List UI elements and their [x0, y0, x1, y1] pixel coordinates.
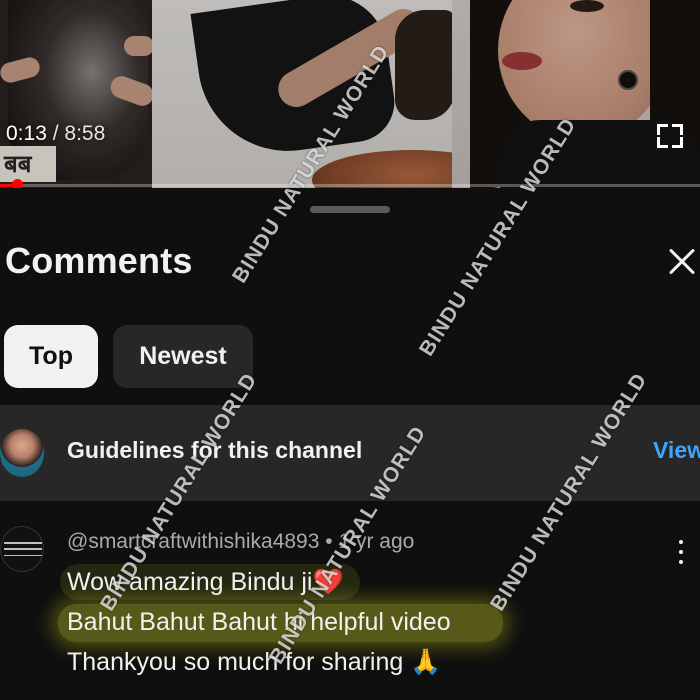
more-options-icon[interactable]	[676, 538, 686, 568]
channel-avatar	[0, 429, 44, 477]
avatar[interactable]	[0, 526, 44, 572]
current-time: 0:13	[6, 122, 47, 145]
avatar-logo-line	[4, 555, 42, 556]
scrubber-handle[interactable]	[11, 179, 23, 188]
comment-line: Bahut Bahut Bahut hi helpful video	[67, 608, 451, 636]
progress-bar[interactable]	[0, 179, 700, 188]
comment-author[interactable]: @smartcraftwithishika4893	[67, 530, 319, 553]
sheet-title: Comments	[5, 240, 193, 281]
avatar-logo-line	[4, 542, 42, 544]
avatar-logo-line	[4, 548, 42, 550]
comment-text: Wow amazing Bindu ji	[67, 568, 313, 596]
comment-line: Thankyou so much for sharing 🙏	[67, 648, 441, 677]
heart-icon: ❤️	[312, 568, 344, 596]
guidelines-view-link[interactable]: View	[653, 437, 700, 464]
sort-chip-newest[interactable]: Newest	[113, 325, 253, 388]
sort-chip-label: Top	[29, 342, 73, 370]
meta-dot: •	[319, 530, 339, 553]
guidelines-text: Guidelines for this channel	[67, 437, 363, 463]
sort-chip-label: Newest	[139, 342, 227, 370]
drag-handle[interactable]	[310, 206, 390, 213]
player-overlay	[0, 0, 700, 188]
comment-item: @smartcraftwithishika4893 • 1 yr ago Wow…	[0, 518, 700, 700]
video-player[interactable]: बब 0:13 / 8:58	[0, 0, 700, 188]
close-icon[interactable]	[664, 244, 700, 280]
duration: 8:58	[64, 122, 106, 145]
channel-guidelines-banner[interactable]: Guidelines for this channel View	[0, 405, 700, 501]
comment-age: 1 yr ago	[338, 530, 415, 553]
comment-meta: @smartcraftwithishika4893 • 1 yr ago	[67, 530, 414, 554]
sort-chip-top[interactable]: Top	[4, 325, 98, 388]
time-separator: /	[46, 122, 65, 145]
comment-line: Wow amazing Bindu ji❤️	[67, 568, 344, 597]
folded-hands-icon: 🙏	[410, 648, 442, 676]
comments-sheet: Comments Top Newest Guidelines for this …	[0, 188, 700, 700]
time-display: 0:13 / 8:58	[6, 122, 105, 146]
fullscreen-icon[interactable]	[657, 124, 683, 148]
comment-text: Thankyou so much for sharing	[67, 648, 404, 676]
